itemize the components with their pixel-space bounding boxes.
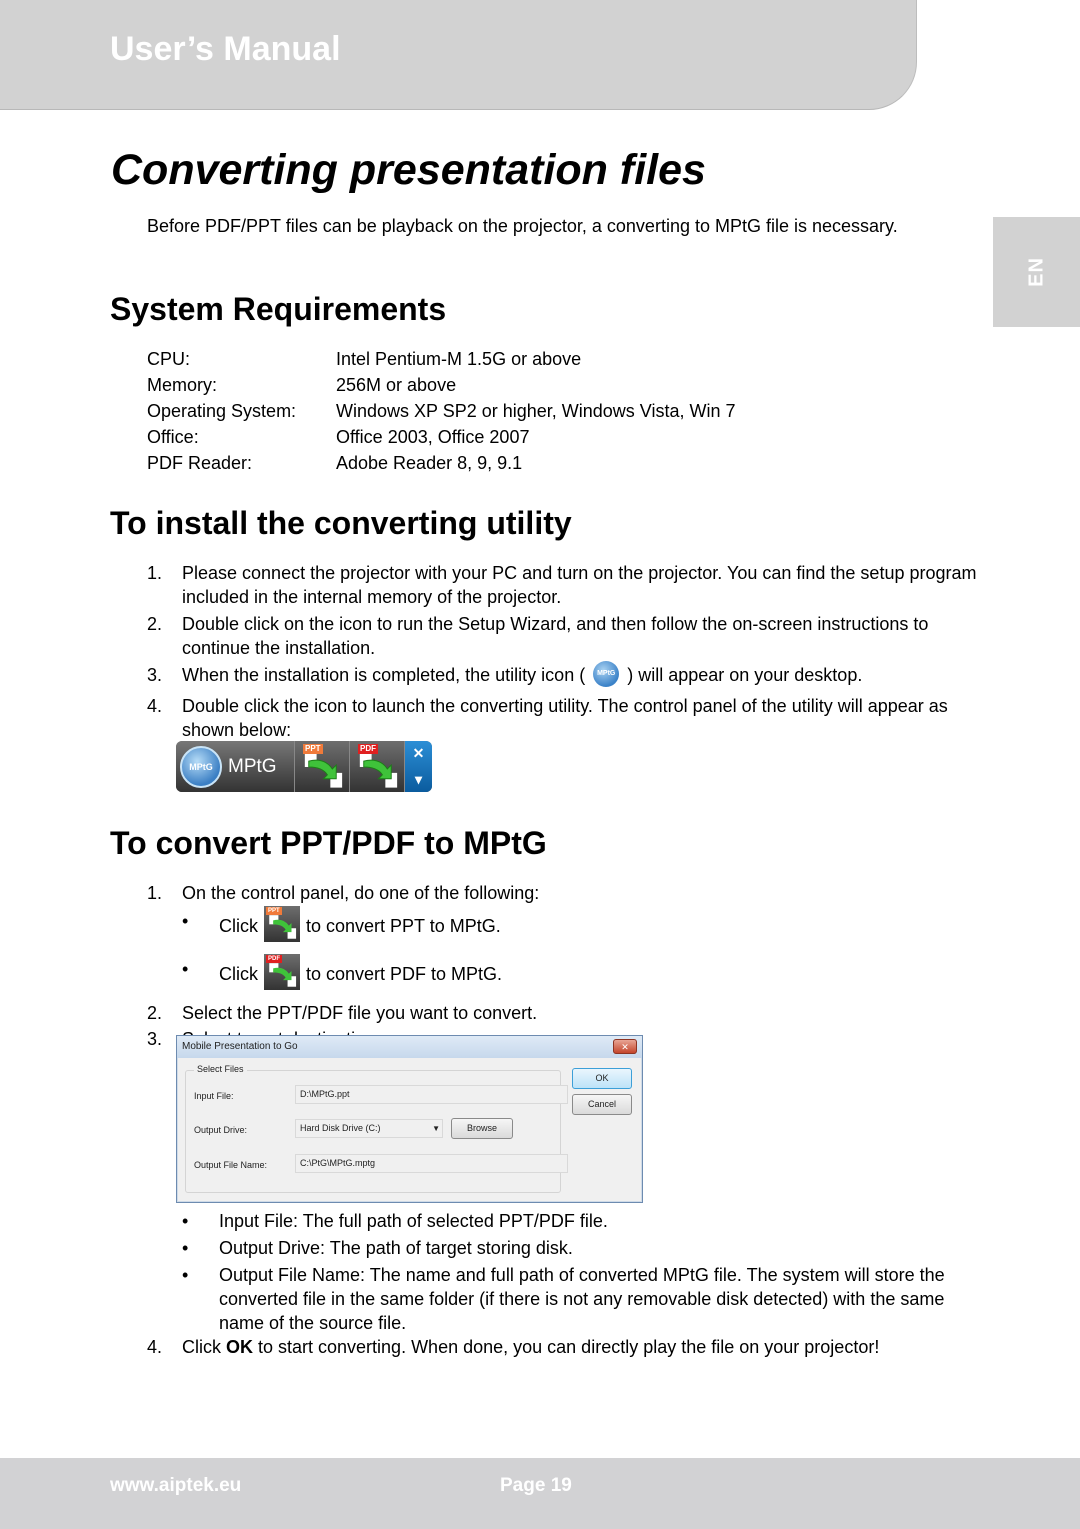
footer-url[interactable]: www.aiptek.eu — [110, 1475, 241, 1497]
convert-step: 2. Select the PPT/PDF file you want to c… — [147, 1001, 977, 1025]
browse-button[interactable]: Browse — [451, 1118, 513, 1139]
requirement-value: Office 2003, Office 2007 — [336, 427, 530, 447]
step-text: Double click on the icon to run the Setu… — [182, 614, 929, 658]
pdf-tag: PDF — [358, 744, 378, 754]
convert-pdf-button[interactable]: PDF — [350, 741, 405, 792]
field-note: Output Drive: The path of target storing… — [182, 1236, 972, 1260]
step-number: 3. — [147, 665, 163, 685]
header-band: User’s Manual — [0, 0, 917, 110]
input-file-field[interactable]: D:\MPtG.ppt — [295, 1085, 568, 1104]
requirement-value: Adobe Reader 8, 9, 9.1 — [336, 453, 523, 473]
requirement-value: Intel Pentium-M 1.5G or above — [336, 349, 582, 369]
ok-emphasis: OK — [226, 1337, 253, 1357]
convert-pdf-icon: PDF — [264, 954, 300, 990]
manual-title: User’s Manual — [110, 30, 341, 68]
step-number: 1. — [147, 883, 163, 903]
output-drive-value: Hard Disk Drive (C:) — [300, 1123, 381, 1133]
input-file-label: Input File: — [194, 1091, 234, 1101]
output-file-name-label: Output File Name: — [194, 1160, 268, 1170]
convert-step: 1. On the control panel, do one of the f… — [147, 881, 977, 993]
install-steps: 1. Please connect the projector with you… — [147, 561, 977, 745]
install-heading: To install the converting utility — [110, 505, 572, 541]
field-notes: Input File: The full path of selected PP… — [182, 1209, 972, 1338]
install-step: 3. When the installation is completed, t… — [147, 661, 977, 689]
convert-ppt-icon: PPT — [264, 906, 300, 942]
chevron-down-icon[interactable]: ▾ — [415, 771, 422, 788]
install-step: 1. Please connect the projector with you… — [147, 561, 977, 609]
step-number: 4. — [147, 1337, 163, 1357]
ppt-tag: PPT — [266, 907, 282, 915]
requirement-label: Memory: — [147, 375, 218, 395]
language-label: EN — [1025, 257, 1047, 287]
step-text: Double click the icon to launch the conv… — [182, 696, 948, 741]
ok-button[interactable]: OK — [572, 1068, 632, 1089]
dialog-titlebar: Mobile Presentation to Go ✕ — [177, 1036, 642, 1058]
option-text: to convert PDF to MPtG. — [306, 963, 503, 984]
field-note: Input File: The full path of selected PP… — [182, 1209, 972, 1233]
close-icon[interactable]: ✕ — [413, 745, 425, 762]
step-text: On the control panel, do one of the foll… — [182, 883, 540, 903]
convert-steps-bottom: 4. Click OK to start converting. When do… — [147, 1335, 957, 1362]
close-icon[interactable]: ✕ — [613, 1039, 637, 1054]
requirement-row: CPU: Intel Pentium-M 1.5G or above — [147, 347, 736, 373]
requirement-row: Operating System: Windows XP SP2 or high… — [147, 399, 736, 425]
convert-options: Click PPT to convert PPT to MPtG. Click … — [182, 906, 977, 993]
step-text: to start converting. When done, you can … — [253, 1337, 880, 1357]
step-text: ) will appear on your desktop. — [627, 665, 863, 685]
step-text: When the installation is completed, the … — [182, 665, 586, 685]
requirement-value: Windows XP SP2 or higher, Windows Vista,… — [336, 401, 736, 421]
step-text: Click — [182, 1337, 226, 1357]
group-label: Select Files — [194, 1064, 247, 1074]
convert-option: Click PDF to convert PDF to MPtG. — [182, 954, 977, 993]
language-tab: EN — [993, 217, 1080, 327]
requirement-label: CPU: — [147, 349, 191, 369]
requirement-label: Office: — [147, 427, 199, 447]
output-drive-label: Output Drive: — [194, 1125, 248, 1135]
mobile-presentation-dialog: Mobile Presentation to Go ✕ Select Files… — [176, 1035, 643, 1203]
click-text: Click — [219, 963, 258, 984]
step-text: Please connect the projector with your P… — [182, 563, 977, 607]
select-files-group: Select Files Input File: D:\MPtG.ppt Out… — [185, 1064, 568, 1193]
system-requirements-heading: System Requirements — [110, 291, 447, 327]
dialog-title: Mobile Presentation to Go — [182, 1041, 298, 1052]
convert-steps-top: 1. On the control panel, do one of the f… — [147, 881, 977, 1054]
cancel-button[interactable]: Cancel — [572, 1094, 632, 1115]
requirement-label: Operating System: — [147, 401, 297, 421]
step-text: Select the PPT/PDF file you want to conv… — [182, 1003, 538, 1023]
install-step: 4. Double click the icon to launch the c… — [147, 694, 977, 742]
requirement-row: Office: Office 2003, Office 2007 — [147, 425, 736, 451]
convert-ppt-button[interactable]: PPT — [295, 741, 350, 792]
field-note: Output File Name: The name and full path… — [182, 1263, 972, 1335]
pdf-tag: PDF — [266, 955, 282, 963]
install-step: 2. Double click on the icon to run the S… — [147, 612, 977, 660]
requirement-value: 256M or above — [336, 375, 457, 395]
page-number: Page 19 — [500, 1475, 572, 1496]
panel-side-controls: ✕ ▾ — [405, 741, 432, 792]
page-title: Converting presentation files — [111, 146, 706, 194]
ppt-tag: PPT — [303, 744, 323, 754]
step-number: 1. — [147, 563, 163, 583]
step-number: 4. — [147, 696, 163, 717]
convert-heading: To convert PPT/PDF to MPtG — [110, 825, 547, 861]
step-number: 2. — [147, 614, 163, 634]
mptg-control-panel: MPtG MPtG PPT PDF ✕ ▾ — [176, 741, 432, 792]
output-file-name-field[interactable]: C:\PtG\MPtG.mptg — [295, 1154, 568, 1173]
convert-step: 4. Click OK to start converting. When do… — [147, 1335, 957, 1359]
mptg-logo-icon: MPtG — [180, 745, 222, 788]
requirement-row: PDF Reader: Adobe Reader 8, 9, 9.1 — [147, 451, 736, 477]
requirement-label: PDF Reader: — [147, 453, 253, 473]
output-drive-select[interactable]: Hard Disk Drive (C:) ▼ — [295, 1119, 443, 1138]
intro-paragraph: Before PDF/PPT files can be playback on … — [147, 216, 898, 236]
mptg-main-button[interactable]: MPtG MPtG — [176, 741, 295, 792]
convert-option: Click PPT to convert PPT to MPtG. — [182, 906, 977, 945]
option-text: to convert PPT to MPtG. — [306, 915, 501, 936]
mptg-utility-icon: MPtG — [593, 661, 620, 688]
mptg-label: MPtG — [228, 755, 277, 777]
dropdown-arrow-icon: ▼ — [432, 1124, 440, 1133]
requirements-table: CPU: Intel Pentium-M 1.5G or above Memor… — [147, 347, 736, 477]
step-number: 2. — [147, 1003, 163, 1023]
click-text: Click — [219, 915, 258, 936]
requirement-row: Memory: 256M or above — [147, 373, 736, 399]
step-number: 3. — [147, 1029, 163, 1049]
